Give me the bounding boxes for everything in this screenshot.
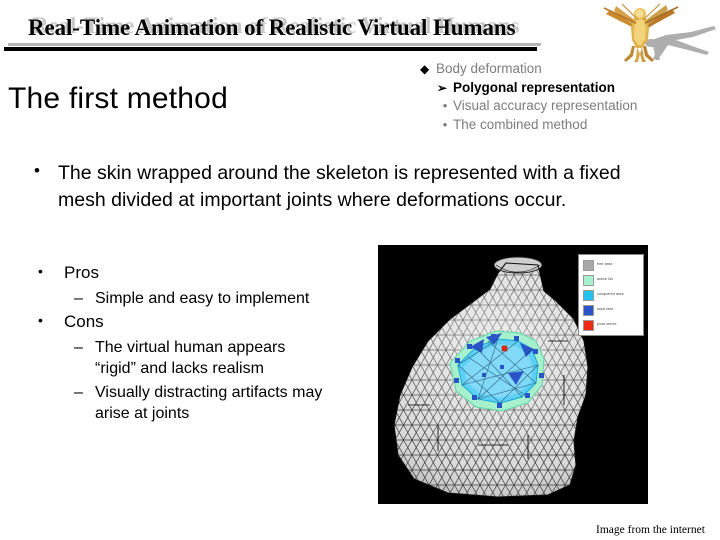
pros-heading: • Pros <box>38 262 368 284</box>
outline-item-combined-method[interactable]: • The combined method <box>420 116 716 132</box>
outline-item-label: Polygonal representation <box>453 79 616 95</box>
dot-bullet-icon: • <box>38 263 43 279</box>
cons-label: Cons <box>64 312 104 332</box>
dash-bullet-icon: – <box>74 383 83 401</box>
intro-bullet: • The skin wrapped around the skeleton i… <box>34 160 664 213</box>
outline-item-visual-accuracy-representation[interactable]: • Visual accuracy representation <box>420 99 716 113</box>
page-title: Real-Time Animation of Realistic Virtual… <box>28 15 516 40</box>
legend-label: used face <box>597 307 614 312</box>
legend-swatch-active-list <box>583 274 594 286</box>
dot-bullet-icon: • <box>442 98 448 113</box>
outline-item-body-deformation[interactable]: ◆ Body deformation <box>420 62 716 76</box>
cons-heading: • Cons <box>38 311 368 333</box>
triangular-mesh-shoulder-image: free area active list conquered area use… <box>378 245 648 504</box>
list-item: – Simple and easy to implement <box>38 288 368 309</box>
outline-item-label: Body deformation <box>436 61 542 76</box>
dot-bullet-icon: • <box>442 116 448 132</box>
outline-item-polygonal-representation[interactable]: ➢ Polygonal representation <box>420 79 716 95</box>
list-item: – The virtual human appears “rigid” and … <box>38 337 368 379</box>
dot-bullet-icon: • <box>34 161 40 180</box>
legend-label: free area <box>597 262 613 267</box>
list-item: – Visually distracting artifacts may ari… <box>38 382 368 424</box>
arrow-bullet-icon: ➢ <box>437 80 448 95</box>
legend-item-pivot-vertex: pivot vertex <box>583 319 640 331</box>
legend-label: pivot vertex <box>597 322 617 327</box>
outline-list: ◆ Body deformation ➢ Polygonal represent… <box>420 62 716 136</box>
diamond-bullet-icon: ◆ <box>420 62 430 76</box>
list-item-text: Simple and easy to implement <box>95 290 310 308</box>
vitruvian-man-icon <box>596 2 718 64</box>
legend-swatch-free-area <box>583 259 594 271</box>
legend-swatch-used-face <box>583 304 594 316</box>
cons-group: • Cons – The virtual human appears “rigi… <box>38 311 368 424</box>
list-item-text: The virtual human appears “rigid” and la… <box>95 339 286 378</box>
legend-item-conquered-area: conquered area <box>583 289 640 301</box>
dot-bullet-icon: • <box>38 312 43 329</box>
dash-bullet-icon: – <box>74 290 83 308</box>
pros-cons-list: • Pros – Simple and easy to implement • … <box>38 262 368 426</box>
header-rule <box>4 47 537 51</box>
legend-item-active-list: active list <box>583 274 640 286</box>
header-rule-shadow <box>8 43 541 46</box>
intro-bullet-text: The skin wrapped around the skeleton is … <box>58 162 621 211</box>
legend-swatch-conquered-area <box>583 289 594 301</box>
list-item-text: Visually distracting artifacts may arise… <box>95 383 323 422</box>
legend-label: active list <box>597 277 613 282</box>
legend-swatch-pivot-vertex <box>583 319 594 331</box>
mesh-legend: free area active list conquered area use… <box>578 254 644 336</box>
dash-bullet-icon: – <box>74 339 83 357</box>
pros-group: • Pros – Simple and easy to implement <box>38 262 368 309</box>
image-caption: Image from the internet <box>596 524 705 536</box>
pros-label: Pros <box>64 263 99 282</box>
legend-label: conquered area <box>597 292 624 297</box>
outline-item-label: The combined method <box>453 116 588 132</box>
section-heading: The first method <box>8 82 228 115</box>
outline-item-label: Visual accuracy representation <box>453 98 638 113</box>
legend-item-free-area: free area <box>583 259 640 271</box>
legend-item-used-face: used face <box>583 304 640 316</box>
